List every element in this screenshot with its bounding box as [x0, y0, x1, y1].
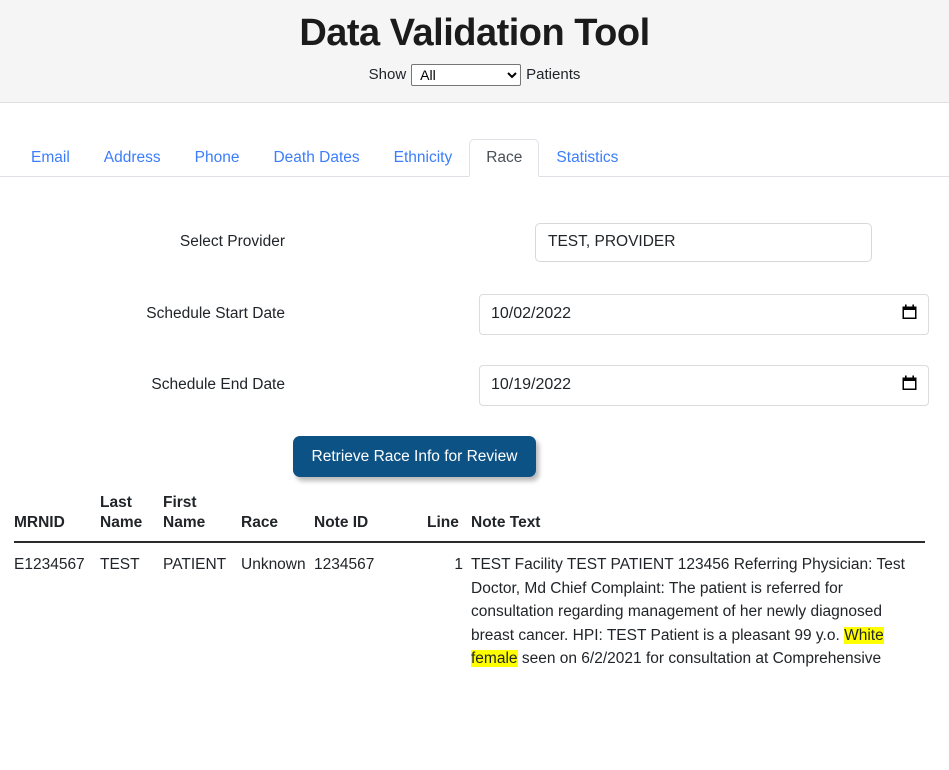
cell-note-id: 1234567 [314, 542, 427, 681]
provider-input[interactable] [535, 223, 872, 262]
tab-ethnicity[interactable]: Ethnicity [377, 139, 470, 177]
show-label: Show [369, 66, 407, 83]
column-header-race: Race [241, 493, 314, 542]
patients-label: Patients [526, 66, 580, 83]
cell-note-text: TEST Facility TEST PATIENT 123456 Referr… [471, 542, 925, 681]
race-results-table: MRNID Last Name First Name Race Note ID … [14, 493, 925, 680]
page-title: Data Validation Tool [0, 14, 949, 54]
tab-race[interactable]: Race [469, 139, 539, 177]
patient-filter-select[interactable]: All [411, 64, 521, 86]
table-row: E1234567 TEST PATIENT Unknown 1234567 1 … [14, 542, 925, 681]
tab-bar: Email Address Phone Death Dates Ethnicit… [0, 137, 949, 177]
table-header-row: MRNID Last Name First Name Race Note ID … [14, 493, 925, 542]
column-header-mrnid: MRNID [14, 493, 100, 542]
column-header-last-name: Last Name [100, 493, 163, 542]
end-date-input[interactable]: 10/19/2022 [479, 365, 929, 406]
calendar-icon[interactable] [902, 304, 917, 325]
note-text-after: seen on 6/2/2021 for consultation at Com… [518, 650, 882, 667]
cell-line: 1 [427, 542, 471, 681]
column-header-note-id: Note ID [314, 493, 427, 542]
patient-filter-row: Show All Patients [0, 64, 949, 86]
cell-first-name: PATIENT [163, 542, 241, 681]
tab-phone[interactable]: Phone [178, 139, 257, 177]
cell-race: Unknown [241, 542, 314, 681]
end-date-field-row: Schedule End Date 10/19/2022 [0, 365, 949, 406]
start-date-field-row: Schedule Start Date 10/02/2022 [0, 294, 949, 335]
tab-statistics[interactable]: Statistics [539, 139, 635, 177]
end-date-value: 10/19/2022 [491, 376, 571, 394]
app-header: Data Validation Tool Show All Patients [0, 0, 949, 103]
end-date-label: Schedule End Date [0, 376, 285, 394]
cell-mrnid: E1234567 [14, 542, 100, 681]
tab-bar-container: Email Address Phone Death Dates Ethnicit… [0, 103, 949, 177]
retrieve-race-info-button[interactable]: Retrieve Race Info for Review [293, 436, 537, 478]
column-header-first-name: First Name [163, 493, 241, 542]
calendar-icon[interactable] [902, 375, 917, 396]
provider-field-row: Select Provider [0, 223, 949, 262]
tab-death-dates[interactable]: Death Dates [256, 139, 376, 177]
start-date-input[interactable]: 10/02/2022 [479, 294, 929, 335]
cell-last-name: TEST [100, 542, 163, 681]
start-date-label: Schedule Start Date [0, 305, 285, 323]
provider-label: Select Provider [0, 233, 285, 251]
note-text-before: TEST Facility TEST PATIENT 123456 Referr… [471, 556, 905, 644]
tab-email[interactable]: Email [14, 139, 87, 177]
tab-address[interactable]: Address [87, 139, 178, 177]
submit-row: Retrieve Race Info for Review [0, 436, 949, 478]
column-header-line: Line [427, 493, 471, 542]
race-review-form: Select Provider Schedule Start Date 10/0… [0, 177, 949, 478]
start-date-value: 10/02/2022 [491, 305, 571, 323]
results-table-container: MRNID Last Name First Name Race Note ID … [0, 493, 949, 680]
column-header-note-text: Note Text [471, 493, 925, 542]
